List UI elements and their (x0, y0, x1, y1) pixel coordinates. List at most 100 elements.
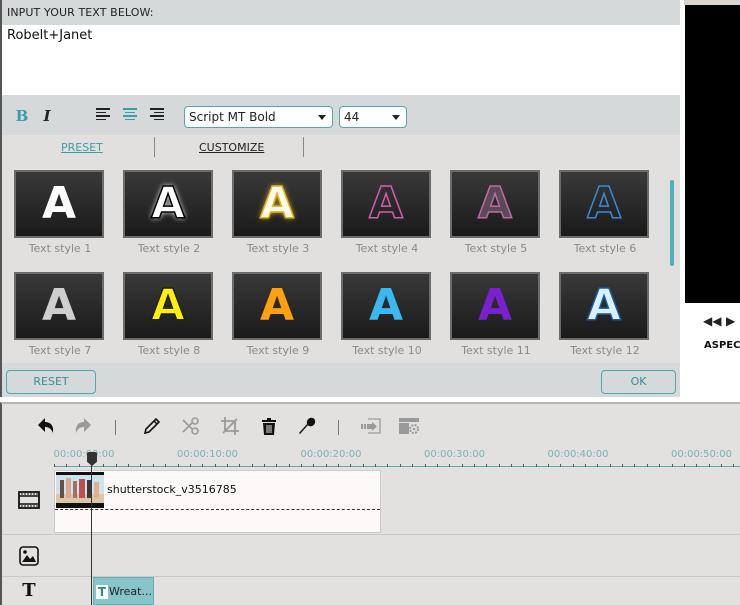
split-icon (182, 417, 199, 435)
edit-button[interactable] (141, 415, 163, 437)
text-style-preview-glyph: A (368, 177, 404, 230)
ruler-time-label: 00:00:30:00 (423, 449, 486, 460)
tab-divider (154, 137, 155, 157)
previous-frame-icon[interactable]: ◀◀ (703, 314, 721, 328)
timeline-ruler[interactable]: 00:00:00:00 00:00:10:00 00:00:20:00 00:00:3… (53, 448, 740, 468)
text-style-label: Text style 5 (464, 242, 528, 255)
export-icon (361, 418, 381, 434)
font-size-value: 44 (344, 110, 360, 124)
delete-button[interactable] (258, 415, 280, 437)
settings-button[interactable] (398, 415, 420, 437)
chevron-down-icon (392, 115, 400, 120)
text-style-thumbnail: A (450, 170, 540, 238)
text-style-item[interactable]: A Text style 8 (123, 272, 215, 360)
text-style-thumbnail: A (14, 272, 104, 340)
crop-icon (221, 417, 239, 435)
video-clip-name: shutterstock_v3516785 (107, 483, 237, 496)
ruler-time-label: 00:00:00:00 (53, 449, 115, 460)
text-style-label: Text style 12 (570, 344, 640, 357)
text-style-item[interactable]: A Text style 12 (559, 272, 651, 360)
voiceover-button[interactable] (296, 415, 318, 437)
audio-waveform-line (55, 509, 380, 510)
font-family-value: Script MT Bold (189, 110, 276, 124)
playhead-line (91, 464, 92, 605)
chevron-down-icon (318, 115, 326, 120)
text-style-preview-glyph: A (41, 280, 77, 331)
undo-icon (38, 418, 54, 433)
align-right-button[interactable] (150, 108, 164, 122)
ruler-time-label: 00:00:40:00 (547, 449, 609, 460)
text-style-preview-glyph: A (586, 279, 622, 332)
play-icon[interactable]: ▶ (726, 314, 735, 328)
text-style-thumbnail: A (341, 170, 431, 238)
format-toolbar: B I Script MT Bold 44 (2, 95, 680, 135)
text-style-label: Text style 6 (573, 242, 637, 255)
text-clip-name: Wreat... (109, 585, 152, 598)
align-left-button[interactable] (96, 108, 110, 122)
text-style-preview-glyph: A (259, 280, 295, 331)
styles-scrollbar[interactable] (670, 180, 674, 266)
text-editor-panel: INPUT YOUR TEXT BELOW: B I Script MT Bol… (0, 0, 680, 397)
text-style-item[interactable]: A Text style 7 (14, 272, 106, 360)
text-style-thumbnail: A (450, 272, 540, 340)
text-style-item[interactable]: A Text style 3 (232, 170, 324, 258)
text-style-item[interactable]: A Text style 9 (232, 272, 324, 360)
text-style-item[interactable]: A Text style 11 (450, 272, 542, 360)
undo-button[interactable] (35, 415, 57, 437)
text-style-label: Text style 1 (28, 242, 92, 255)
text-style-thumbnail: A (341, 272, 431, 340)
text-style-thumbnail: A (559, 170, 649, 238)
text-input[interactable] (2, 25, 680, 95)
timeline-panel: 00:00:00:00 00:00:10:00 00:00:20:00 00:00:3… (0, 402, 740, 605)
text-style-item[interactable]: A Text style 6 (559, 170, 651, 258)
text-style-label: Text style 9 (246, 344, 310, 357)
video-preview-screen[interactable] (685, 5, 740, 303)
text-style-preview-glyph: A (150, 279, 186, 332)
aspect-ratio-label[interactable]: ASPECT (704, 340, 740, 351)
edit-icon (143, 417, 161, 435)
italic-button[interactable]: I (38, 107, 56, 125)
bold-button[interactable]: B (13, 107, 31, 125)
text-clip[interactable]: T Wreat... (93, 577, 154, 605)
text-style-label: Text style 3 (246, 242, 310, 255)
text-style-label: Text style 4 (355, 242, 419, 255)
settings-icon (399, 418, 419, 434)
tab-preset[interactable]: PRESET (61, 141, 103, 154)
ok-button[interactable]: OK (601, 370, 676, 394)
text-style-thumbnail: A (123, 170, 213, 238)
text-style-item[interactable]: A Text style 1 (14, 170, 106, 258)
text-style-label: Text style 10 (352, 344, 422, 357)
text-style-label: Text style 8 (137, 344, 201, 357)
text-style-label: Text style 11 (461, 344, 531, 357)
text-style-preview-glyph: A (477, 177, 513, 230)
align-center-button[interactable] (123, 108, 137, 122)
text-style-item[interactable]: A Text style 5 (450, 170, 542, 258)
video-clip[interactable]: shutterstock_v3516785 (54, 470, 381, 533)
image-track (2, 535, 740, 577)
tab-divider (303, 137, 304, 157)
tab-customize[interactable]: CUSTOMIZE (199, 141, 264, 154)
text-style-label: Text style 7 (28, 344, 92, 357)
ruler-time-label: 00:00:50:00 (670, 449, 733, 460)
editor-footer: RESET OK (2, 363, 680, 397)
text-style-item[interactable]: A Text style 10 (341, 272, 433, 360)
text-style-preview-glyph: A (41, 178, 77, 229)
text-style-thumbnail: A (14, 170, 104, 238)
film-icon (18, 491, 40, 509)
redo-icon (75, 418, 91, 433)
delete-icon (262, 418, 276, 435)
font-family-select[interactable]: Script MT Bold (184, 106, 333, 128)
split-button[interactable] (180, 415, 202, 437)
text-clip-icon: T (96, 585, 108, 599)
text-styles-grid: A Text style 1 A Text style 2 A Text style 3A… (14, 170, 664, 360)
text-style-item[interactable]: A Text style 2 (123, 170, 215, 258)
text-style-item[interactable]: A Text style 4 (341, 170, 433, 258)
reset-button[interactable]: RESET (6, 370, 96, 394)
ruler-time-label: 00:00:20:00 (300, 449, 362, 460)
export-button[interactable] (360, 415, 382, 437)
text-style-preview-glyph: A (150, 177, 186, 230)
ruler-time-label: 00:00:10:00 (176, 449, 239, 460)
crop-button[interactable] (219, 415, 241, 437)
redo-button[interactable] (72, 415, 94, 437)
font-size-select[interactable]: 44 (339, 106, 407, 128)
